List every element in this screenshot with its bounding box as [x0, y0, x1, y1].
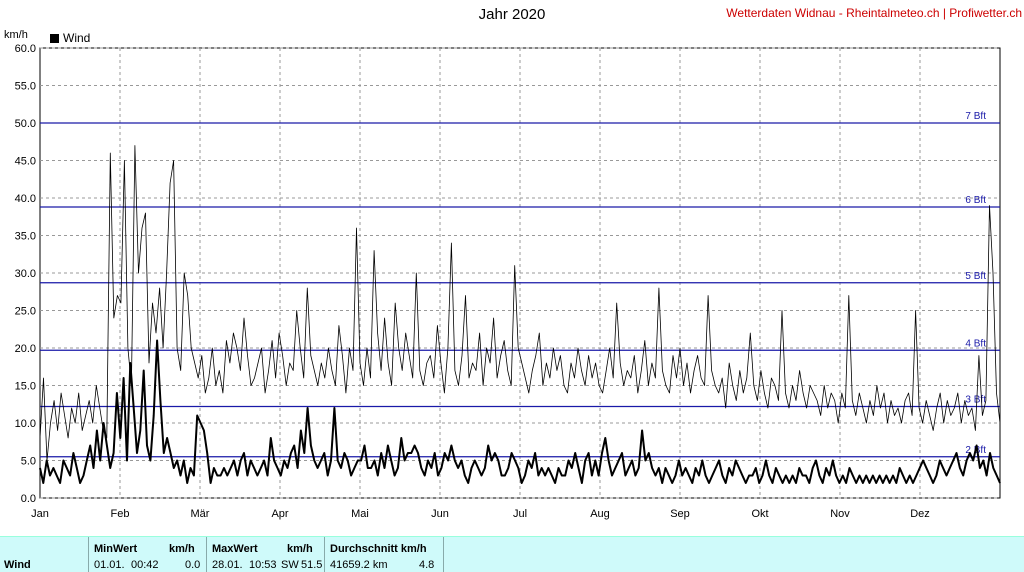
y-tick-label: 35.0: [15, 231, 36, 243]
x-tick-label: Mai: [351, 508, 369, 520]
x-tick-label: Okt: [751, 508, 768, 520]
beaufort-label: 7 Bft: [965, 111, 986, 122]
stats-footer: Wind MinWert km/h 01.01. 00:42 0.0 MaxWe…: [0, 536, 1024, 572]
x-tick-label: Apr: [271, 508, 288, 520]
y-tick-label: 25.0: [15, 306, 36, 318]
beaufort-label: 3 Bft: [965, 395, 986, 406]
avg-distance: 41659.2 km: [330, 559, 388, 571]
x-tick-label: Mär: [191, 508, 210, 520]
x-tick-label: Feb: [111, 508, 130, 520]
chart-area: 0.0 5.0 10.0 15.0 20.0 25.0 30.0 35.0 40.0 45.0 50…: [15, 43, 1001, 520]
x-tick-label: Jan: [31, 508, 49, 520]
x-tick-label: Jul: [513, 508, 527, 520]
beaufort-label: 4 Bft: [965, 338, 986, 349]
y-tick-label: 60.0: [15, 43, 36, 55]
x-tick-label: Nov: [830, 508, 850, 520]
max-value: 51.5: [301, 559, 323, 571]
y-tick-label: 20.0: [15, 343, 36, 355]
min-date: 01.01.: [94, 559, 125, 571]
x-tick-label: Sep: [670, 508, 690, 520]
y-tick-label: 15.0: [15, 381, 36, 393]
footer-row-label: Wind: [4, 559, 31, 571]
avg-cell: Durchschnitt km/h 41659.2 km 4.8: [324, 537, 444, 572]
y-tick-label: 55.0: [15, 81, 36, 93]
y-tick-label: 40.0: [15, 193, 36, 205]
max-unit: km/h: [287, 543, 313, 555]
x-tick-label: Aug: [590, 508, 610, 520]
y-tick-label: 30.0: [15, 268, 36, 280]
max-header: MaxWert: [212, 543, 258, 555]
min-cell: MinWert km/h 01.01. 00:42 0.0: [88, 537, 207, 572]
min-time: 00:42: [131, 559, 159, 571]
y-tick-label: 0.0: [21, 493, 36, 505]
avg-header: Durchschnitt km/h: [330, 543, 427, 555]
max-direction: SW: [281, 559, 299, 571]
min-value: 0.0: [185, 559, 201, 571]
y-tick-label: 5.0: [21, 456, 36, 468]
min-unit: km/h: [169, 543, 195, 555]
y-tick-label: 10.0: [15, 418, 36, 430]
max-date: 28.01.: [212, 559, 243, 571]
avg-value: 4.8: [419, 559, 435, 571]
max-cell: MaxWert km/h 28.01. 10:53 SW 51.5: [206, 537, 325, 572]
x-tick-label: Jun: [431, 508, 449, 520]
y-tick-label: 45.0: [15, 156, 36, 168]
beaufort-label: 6 Bft: [965, 195, 986, 206]
x-tick-label: Dez: [910, 508, 930, 520]
beaufort-label: 5 Bft: [965, 271, 986, 282]
max-time: 10:53: [249, 559, 277, 571]
y-tick-label: 50.0: [15, 118, 36, 130]
min-header: MinWert: [94, 543, 138, 555]
